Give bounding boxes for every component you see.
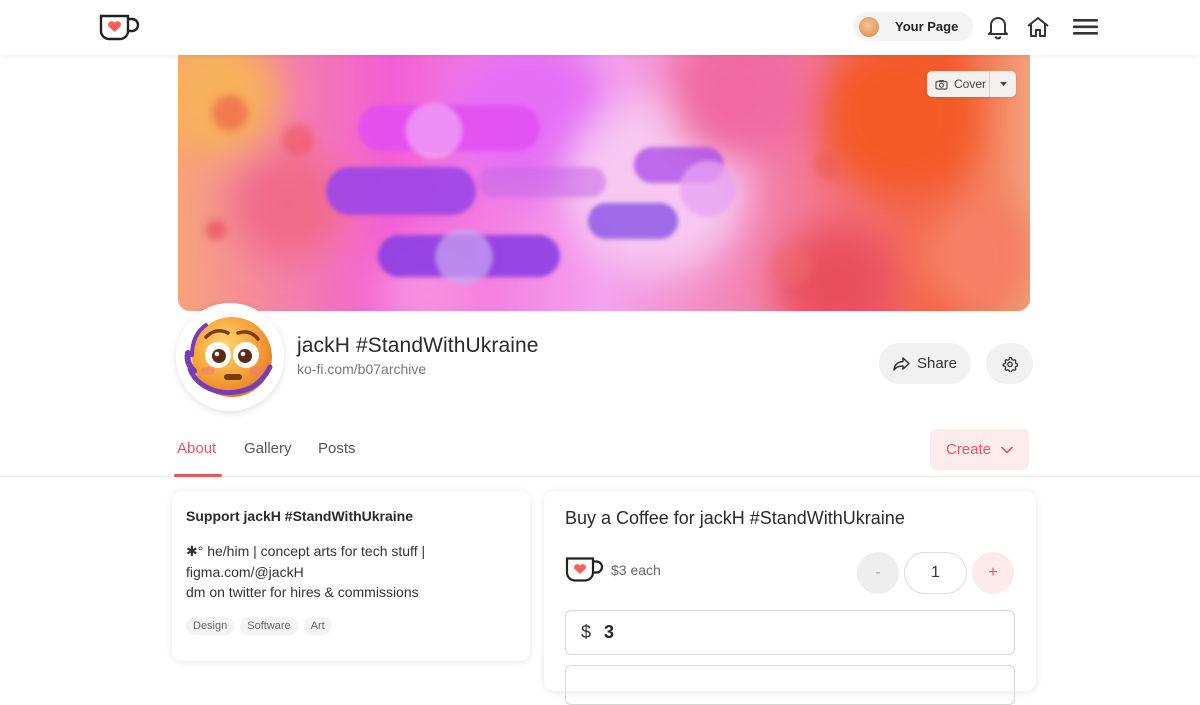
avatar — [859, 16, 879, 37]
tag-design[interactable]: Design — [186, 617, 235, 635]
share-icon — [893, 356, 910, 371]
quantity-input[interactable] — [904, 552, 967, 594]
create-button[interactable]: Create — [930, 429, 1029, 470]
currency-symbol: $ — [581, 622, 592, 642]
your-page-button[interactable]: Your Page — [853, 12, 973, 41]
cover-button-label: Cover — [954, 77, 987, 91]
share-button[interactable]: Share — [879, 343, 971, 384]
tag-software[interactable]: Software — [240, 617, 298, 635]
top-bar: Your Page — [0, 0, 1200, 55]
tag-list: Design Software Art — [186, 617, 338, 635]
profile-url[interactable]: ko-fi.com/b07archive — [297, 361, 426, 377]
profile-avatar[interactable] — [176, 303, 284, 411]
bell-icon[interactable] — [985, 14, 1011, 40]
change-cover-button[interactable]: Cover — [927, 71, 990, 97]
your-page-label: Your Page — [895, 19, 959, 34]
cover-button[interactable]: Cover — [927, 71, 1016, 97]
increase-quantity-button[interactable]: + — [972, 552, 1014, 594]
menu-icon[interactable] — [1071, 14, 1100, 40]
buy-coffee-card: Buy a Coffee for jackH #StandWithUkraine… — [544, 491, 1036, 705]
about-title: Support jackH #StandWithUkraine — [186, 508, 414, 524]
tab-posts[interactable]: Posts — [318, 440, 356, 457]
tab-gallery[interactable]: Gallery — [244, 440, 292, 457]
avatar-emoji-icon — [184, 317, 273, 397]
gear-icon — [1002, 356, 1018, 372]
settings-button[interactable] — [986, 343, 1033, 384]
coffee-cup-icon — [565, 557, 604, 582]
tag-art[interactable]: Art — [303, 617, 332, 635]
amount-field[interactable]: $ 3 — [565, 610, 1015, 655]
bio-line: ✱° he/him | concept arts for tech stuff … — [186, 543, 426, 559]
chevron-down-icon — [1001, 446, 1013, 453]
cover-image — [178, 55, 1030, 311]
buy-coffee-title: Buy a Coffee for jackH #StandWithUkraine — [565, 508, 905, 528]
name-field[interactable] — [565, 665, 1015, 705]
amount-value: 3 — [604, 622, 615, 642]
price-per-coffee: $3 each — [611, 562, 661, 578]
share-label: Share — [916, 355, 958, 372]
cover-dropdown-button[interactable] — [990, 81, 1016, 87]
about-bio: ✱° he/him | concept arts for tech stuff … — [186, 541, 516, 603]
about-card: Support jackH #StandWithUkraine ✱° he/hi… — [172, 491, 530, 661]
profile-tabs: About Gallery Posts Create — [0, 428, 1200, 477]
tab-about[interactable]: About — [177, 440, 216, 457]
bio-line: figma.com/@jackH — [186, 563, 304, 580]
active-tab-indicator — [174, 474, 222, 477]
camera-icon — [935, 79, 948, 90]
caret-down-icon — [999, 82, 1007, 86]
profile-name: jackH #StandWithUkraine — [297, 334, 539, 357]
ko-fi-logo-icon[interactable] — [99, 12, 141, 42]
home-icon[interactable] — [1025, 14, 1051, 40]
create-label: Create — [945, 441, 992, 458]
decrease-quantity-button[interactable]: - — [857, 552, 899, 594]
bio-line: dm on twitter for hires & commissions — [186, 584, 419, 600]
